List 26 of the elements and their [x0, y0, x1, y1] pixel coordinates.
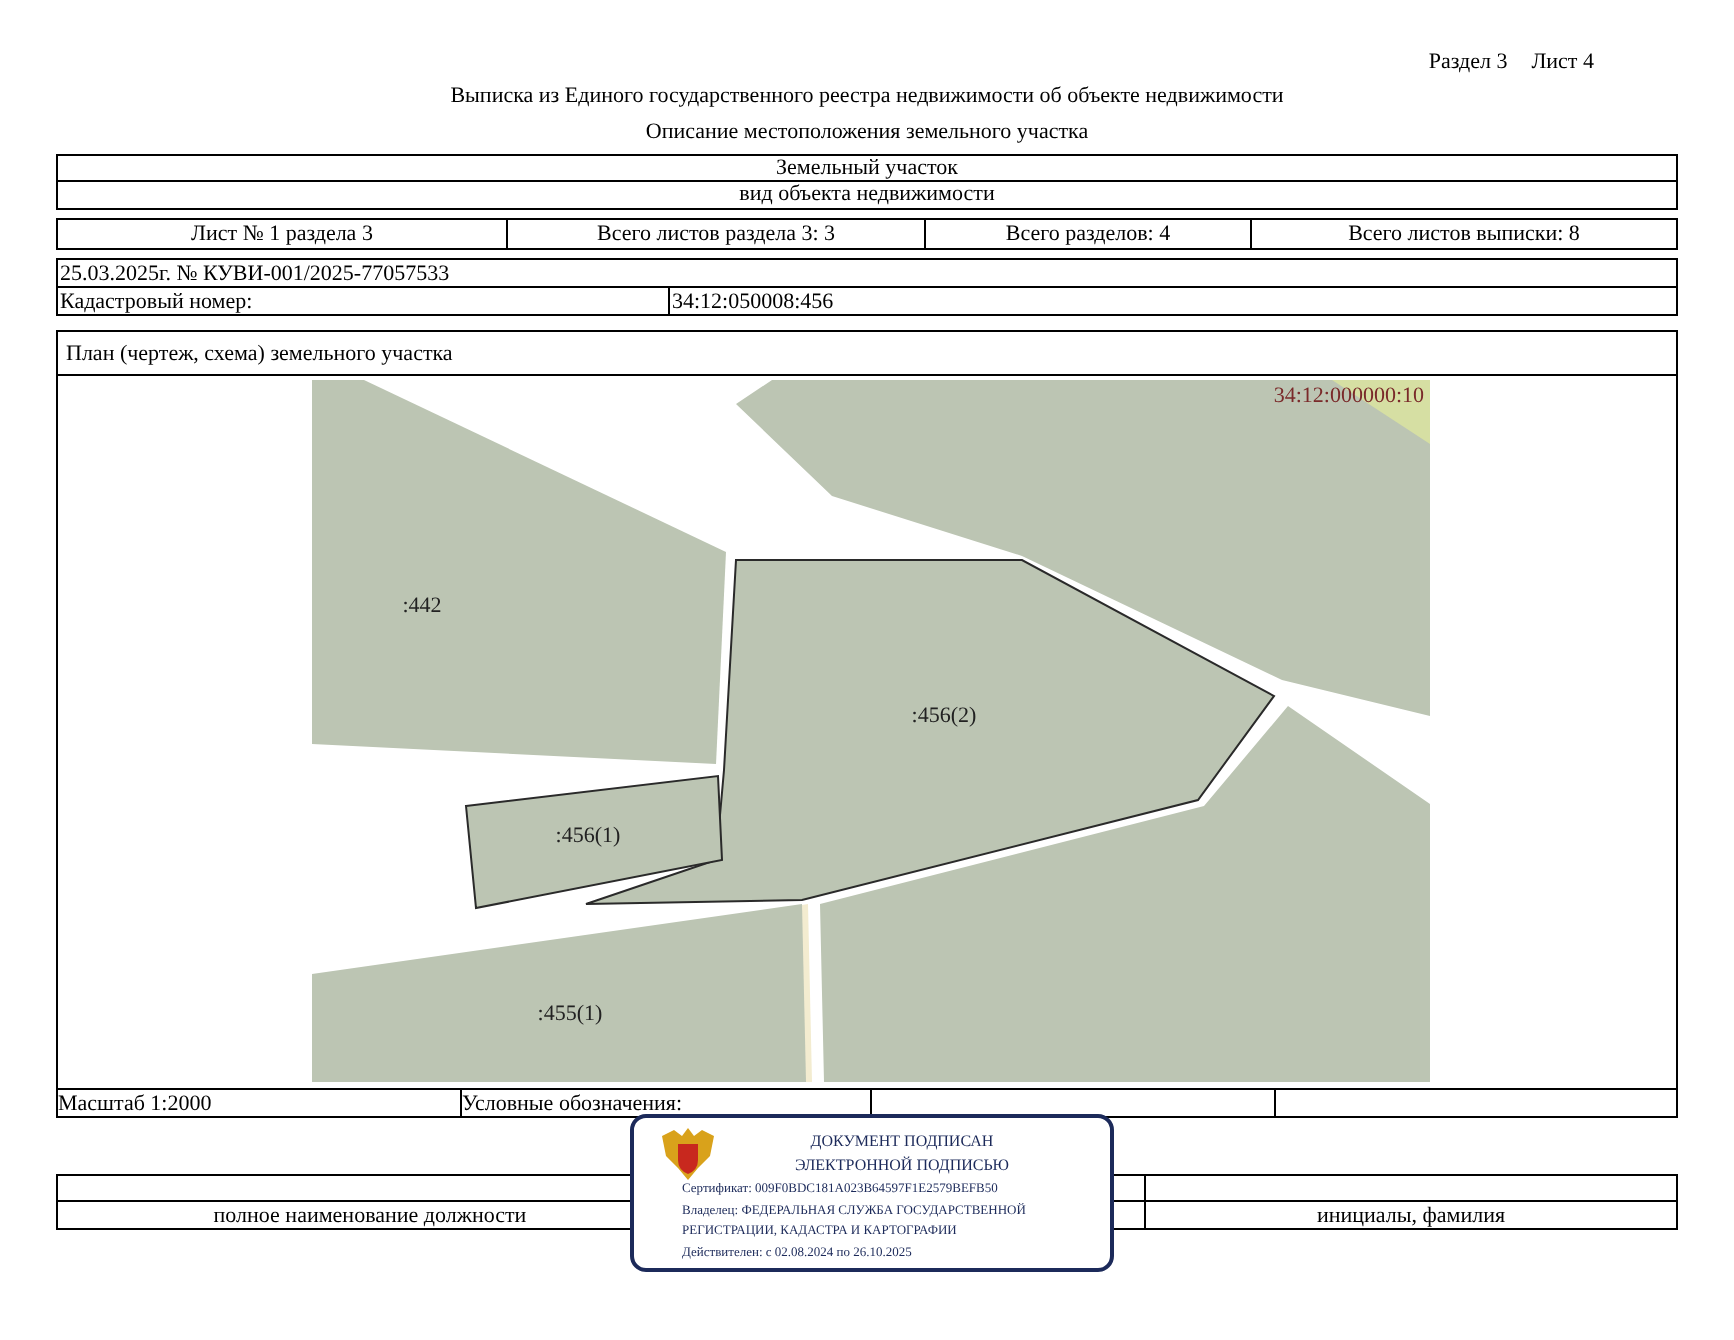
stamp-heading: ЭЛЕКТРОННОЙ ПОДПИСЬЮ: [794, 1154, 1010, 1178]
parcel-label: :442: [401, 594, 441, 618]
name-caption: инициалы, фамилия: [1316, 1203, 1506, 1227]
sheet-info: Лист № 1 раздела 3: [191, 222, 373, 246]
cadastral-label: Кадастровый номер:: [60, 289, 253, 313]
scale-label: Масштаб 1:2000: [58, 1091, 212, 1115]
sheet-info: Всего разделов: 4: [1005, 222, 1171, 246]
position-caption: полное наименование должности: [213, 1203, 527, 1227]
legend-label: Условные обозначения:: [462, 1091, 683, 1115]
emblem-icon: [658, 1124, 718, 1184]
object-type-caption: вид объекта недвижимости: [739, 182, 995, 208]
parcel-label: :455(1): [536, 1002, 602, 1026]
cadastral-number: 34:12:050008:456: [672, 289, 834, 313]
parcel-label: 34:12:000000:10: [1272, 384, 1423, 408]
section-number: Раздел 3: [1428, 48, 1508, 76]
parcel-label: :456(1): [554, 824, 620, 848]
plan-title: План (чертеж, схема) земельного участка: [66, 341, 453, 365]
document-subtitle: Описание местоположения земельного участка: [645, 118, 1089, 146]
sheet-info: Всего листов выписки: 8: [1348, 222, 1580, 246]
extract-number: 25.03.2025г. № КУВИ-001/2025-77057533: [60, 261, 450, 285]
sheet-number: Лист 4: [1531, 48, 1594, 76]
sheet-info: Всего листов раздела 3: 3: [596, 222, 836, 246]
object-type-value: Земельный участок: [776, 156, 958, 180]
parcel-label: :456(2): [910, 704, 976, 728]
stamp-heading: ДОКУМЕНТ ПОДПИСАН: [810, 1130, 994, 1154]
document-title: Выписка из Единого государственного реестра недвижимости об объекте недвижимости: [450, 82, 1284, 110]
